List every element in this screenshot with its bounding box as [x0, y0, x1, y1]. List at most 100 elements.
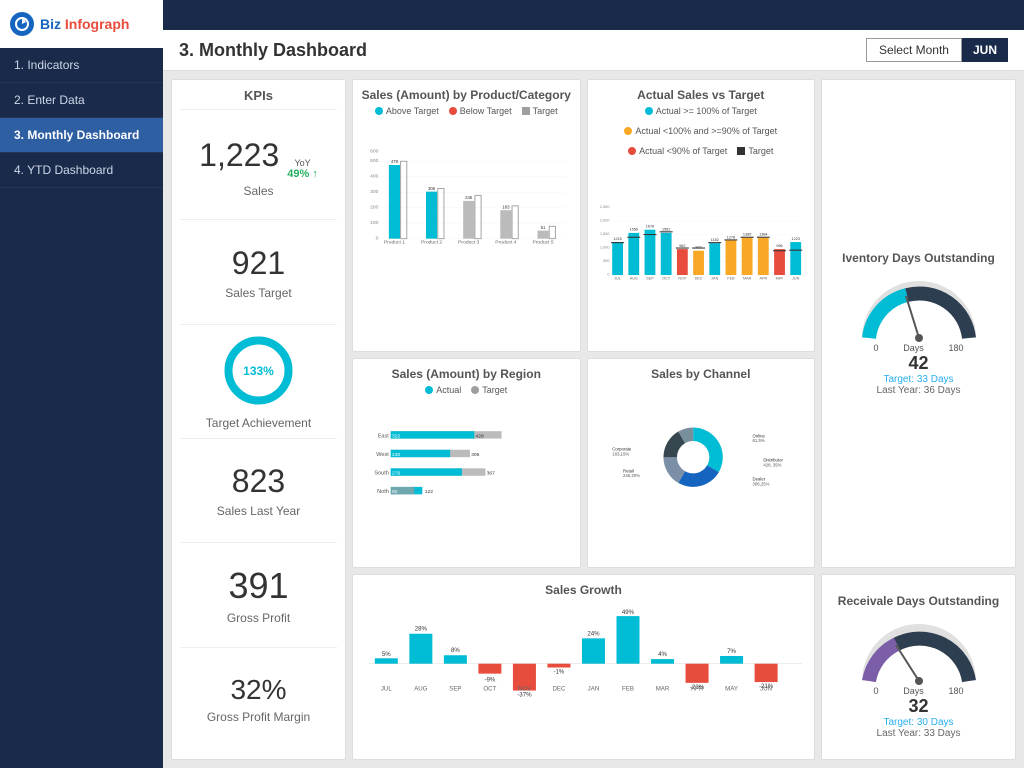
- svg-text:JUL: JUL: [381, 685, 392, 692]
- channel-chart-title: Sales by Channel: [596, 367, 807, 381]
- svg-text:600: 600: [370, 149, 378, 155]
- kpi-achievement-label: Target Achievement: [206, 416, 311, 430]
- legend-actual: Actual: [425, 385, 461, 395]
- svg-text:245,20%: 245,20%: [622, 474, 639, 479]
- svg-text:1,000: 1,000: [600, 246, 609, 250]
- kpi-gross-margin-section: 32% Gross Profit Margin: [180, 648, 337, 751]
- sidebar-item-monthly-dashboard[interactable]: 3. Monthly Dashboard: [0, 118, 163, 153]
- svg-text:DEC: DEC: [552, 685, 566, 692]
- svg-text:Online: Online: [752, 434, 765, 439]
- svg-text:East: East: [378, 434, 390, 440]
- svg-text:183: 183: [502, 204, 510, 209]
- kpi-last-year-section: 823 Sales Last Year: [180, 439, 337, 543]
- receivable-title: Receivale Days Outstanding: [838, 594, 999, 608]
- kpi-gross-margin-label: Gross Profit Margin: [207, 710, 310, 724]
- product-chart-legend: Above Target Below Target Target: [361, 106, 572, 116]
- month-selector: Select Month JUN: [866, 38, 1008, 62]
- svg-text:100: 100: [370, 220, 378, 226]
- channel-chart-svg: Online 61,5% Distributor 428, 35% Dealer…: [596, 385, 807, 530]
- sidebar-item-indicators[interactable]: 1. Indicators: [0, 48, 163, 83]
- svg-text:NOV: NOV: [678, 276, 687, 280]
- svg-text:Corporate: Corporate: [612, 447, 632, 452]
- receivable-target: Target: 30 Days: [883, 717, 953, 728]
- svg-text:907: 907: [695, 246, 701, 250]
- svg-text:SEP: SEP: [449, 685, 461, 692]
- svg-text:Dealer: Dealer: [752, 477, 765, 482]
- legend-target-line: Target: [737, 146, 773, 156]
- svg-text:428: 428: [476, 434, 484, 440]
- app-container: Biz Infograph 1. Indicators 2. Enter Dat…: [0, 0, 1024, 768]
- sidebar-item-enter-data[interactable]: 2. Enter Data: [0, 83, 163, 118]
- inventory-last-year: Last Year: 36 Days: [877, 385, 961, 396]
- kpi-sales-label: Sales: [243, 184, 273, 198]
- svg-text:-37%: -37%: [517, 691, 532, 698]
- logo-icon: [10, 12, 34, 36]
- svg-text:24%: 24%: [587, 630, 600, 637]
- svg-text:230: 230: [392, 452, 400, 458]
- svg-text:1182: 1182: [710, 238, 718, 242]
- svg-text:306: 306: [428, 186, 436, 191]
- svg-text:133%: 133%: [243, 364, 274, 378]
- main-area: 3. Monthly Dashboard Select Month JUN KP…: [163, 0, 1024, 768]
- svg-text:92: 92: [392, 489, 398, 495]
- current-month-display: JUN: [962, 38, 1008, 62]
- inventory-title: Iventory Days Outstanding: [842, 251, 995, 265]
- svg-text:West: West: [376, 452, 389, 458]
- kpi-target-value: 921: [232, 245, 285, 282]
- svg-text:Retail: Retail: [622, 469, 633, 474]
- kpi-gross-profit-label: Gross Profit: [227, 611, 290, 625]
- select-month-button[interactable]: Select Month: [866, 38, 962, 62]
- kpi-last-year-value: 823: [232, 463, 285, 500]
- kpi-sales-section: 1,223 YoY 49% ↑ Sales: [180, 116, 337, 220]
- legend-target-dot: [522, 107, 530, 115]
- kpi-sales-value: 1,223: [199, 137, 279, 174]
- svg-text:SEP: SEP: [646, 276, 654, 280]
- region-chart-card: Sales (Amount) by Region Actual Target E…: [352, 358, 581, 567]
- actual-sales-legend: Actual >= 100% of Target Actual <100% an…: [596, 106, 807, 156]
- inventory-minmax: 0 Days 180: [874, 343, 964, 353]
- dashboard-grid: KPIs 1,223 YoY 49% ↑ Sales 921 Sales Tar…: [163, 71, 1024, 768]
- product-chart-card: Sales (Amount) by Product/Category Above…: [352, 79, 581, 352]
- region-legend: Actual Target: [361, 385, 572, 395]
- kpi-gross-margin-value: 32%: [230, 674, 286, 706]
- svg-text:Product 1: Product 1: [384, 240, 405, 246]
- svg-text:49%: 49%: [622, 608, 635, 615]
- svg-text:367: 367: [487, 471, 495, 477]
- svg-text:183,15%: 183,15%: [612, 452, 629, 457]
- svg-text:JAN: JAN: [711, 276, 718, 280]
- kpi-target-section: 921 Sales Target: [180, 220, 337, 324]
- product-chart-title: Sales (Amount) by Product/Category: [361, 88, 572, 102]
- svg-text:1556: 1556: [629, 228, 637, 232]
- svg-text:61,5%: 61,5%: [752, 438, 764, 443]
- svg-text:1676: 1676: [645, 225, 653, 229]
- sidebar-item-ytd-dashboard[interactable]: 4. YTD Dashboard: [0, 153, 163, 188]
- legend-target: Target: [522, 106, 558, 116]
- kpi-gross-profit-value: 391: [228, 565, 288, 607]
- svg-text:500: 500: [603, 259, 609, 263]
- inventory-gauge-svg: [854, 273, 984, 343]
- legend-below-target: Below Target: [449, 106, 512, 116]
- svg-text:276: 276: [392, 471, 400, 477]
- svg-text:Product 4: Product 4: [495, 240, 516, 246]
- svg-text:Noth: Noth: [377, 489, 389, 495]
- kpi-achievement-section: 133% Target Achievement: [180, 325, 337, 439]
- legend-gte100: Actual >= 100% of Target: [645, 106, 757, 116]
- top-bar: [163, 0, 1024, 30]
- channel-chart-card: Sales by Channel: [587, 358, 816, 567]
- sales-growth-title: Sales Growth: [361, 583, 806, 597]
- svg-text:1562: 1562: [661, 228, 669, 232]
- svg-text:Distributor: Distributor: [763, 458, 783, 463]
- svg-text:AUG: AUG: [629, 276, 637, 280]
- legend-lt90: Actual <90% of Target: [628, 146, 727, 156]
- kpi-title: KPIs: [180, 88, 337, 110]
- svg-text:400: 400: [370, 173, 378, 179]
- svg-text:JUL: JUL: [614, 276, 621, 280]
- legend-below-dot: [449, 107, 457, 115]
- svg-text:306,25%: 306,25%: [752, 482, 769, 487]
- actual-sales-svg: 0 500 1,000 1,500 2,000 2,500: [596, 160, 807, 315]
- logo-text: Biz Infograph: [40, 16, 129, 32]
- svg-text:428, 35%: 428, 35%: [763, 463, 781, 468]
- region-chart-svg: East 428 322 West 306 230 South: [361, 399, 572, 529]
- page-header: 3. Monthly Dashboard Select Month JUN: [163, 30, 1024, 71]
- svg-text:122: 122: [425, 489, 433, 495]
